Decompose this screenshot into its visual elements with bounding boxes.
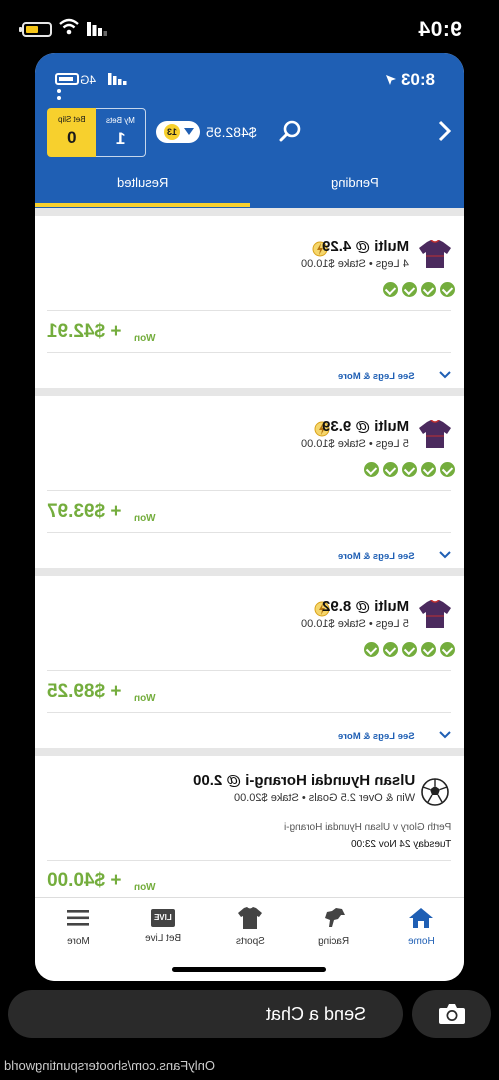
chevron-down-icon[interactable] <box>439 731 451 739</box>
signal-icon <box>87 22 107 36</box>
soccer-ball-icon <box>421 778 449 806</box>
horse-icon <box>325 908 345 927</box>
nav-more[interactable]: More <box>43 906 113 947</box>
divider <box>47 532 451 533</box>
won-amount: + $40.00 <box>47 870 122 891</box>
tab-resulted[interactable]: Resulted <box>117 175 168 190</box>
check-icon <box>421 642 436 657</box>
bet-title: Multi @ 9.39 <box>321 418 409 435</box>
divider <box>47 490 451 491</box>
won-amount: + $42.91 <box>47 321 122 342</box>
chevron-down-icon[interactable] <box>439 551 451 559</box>
chat-placeholder: Send a Chat <box>266 1004 367 1024</box>
balance-selector[interactable]: 13 $482.95 <box>156 121 262 143</box>
divider <box>47 310 451 311</box>
nav-bet-live[interactable]: LIVE Bet Live <box>128 906 198 944</box>
divider <box>47 860 451 861</box>
check-icon <box>440 282 455 297</box>
home-indicator <box>172 967 326 972</box>
device-clock: 9:04 <box>418 18 463 41</box>
won-label: Won <box>134 693 156 704</box>
check-icon <box>402 462 417 477</box>
won-label: Won <box>134 513 156 524</box>
chat-input[interactable]: Send a Chat <box>8 990 403 1038</box>
battery-icon <box>55 73 79 85</box>
legs-status <box>360 642 455 658</box>
chevron-down-icon[interactable] <box>439 371 451 379</box>
bet-title: Multi @ 8.92 <box>321 598 409 615</box>
check-icon <box>440 642 455 657</box>
app-header: 4G 8:03 Bet Slip 0 My Bets 1 13 $482.95 <box>35 53 464 208</box>
wifi-icon <box>59 18 79 35</box>
divider <box>47 712 451 713</box>
bet-subtitle: Win & Over 2.5 Goals • Stake $20.00 <box>233 792 415 804</box>
event-date: Tuesday 24 Nov 23:00 <box>350 839 451 850</box>
check-icon <box>402 642 417 657</box>
bet-subtitle: 5 Legs • Stake $10.00 <box>301 618 409 630</box>
bet-slip-button[interactable]: Bet Slip 0 <box>47 108 96 157</box>
nav-racing[interactable]: Racing <box>299 906 369 947</box>
bet-card: Multi @ 8.92 5 Legs • Stake $10.00 + $89… <box>35 576 464 748</box>
event-name: Perth Glory v Ulsan Hyundai Horang-i <box>283 822 451 833</box>
network-indicator: 4G <box>80 73 97 87</box>
check-icon <box>440 462 455 477</box>
nav-home[interactable]: Home <box>386 906 456 947</box>
device-status-bar: 9:04 <box>0 0 499 58</box>
bet-card: Ulsan Hyundai Horang-i @ 2.00 Win & Over… <box>35 756 464 897</box>
won-amount: + $89.25 <box>47 681 122 702</box>
check-icon <box>383 462 398 477</box>
bet-subtitle: 4 Legs • Stake $10.00 <box>301 258 409 270</box>
see-legs-button[interactable]: See Legs & More <box>338 731 415 742</box>
see-legs-button[interactable]: See Legs & More <box>338 371 415 382</box>
app-screen: 4G 8:03 Bet Slip 0 My Bets 1 13 $482.95 <box>35 53 464 981</box>
watermark: OnlyFans.com/shooterspuntingworld <box>4 1058 215 1073</box>
jersey-icon <box>419 600 451 628</box>
nav-sports[interactable]: Sports <box>215 906 285 947</box>
dots-icon <box>57 89 61 103</box>
jersey-icon <box>419 420 451 448</box>
divider <box>47 670 451 671</box>
check-icon <box>421 282 436 297</box>
active-tab-indicator <box>35 203 250 207</box>
bet-card: Multi @ 4.29 4 Legs • Stake $10.00 + $42… <box>35 216 464 388</box>
notification-badge: 13 <box>164 124 180 140</box>
battery-icon <box>19 22 52 37</box>
jersey-icon <box>238 907 262 929</box>
bet-title: Multi @ 4.29 <box>321 238 409 255</box>
check-icon <box>383 642 398 657</box>
check-icon <box>364 642 379 657</box>
bets-tabs: Resulted Pending <box>35 161 464 207</box>
see-legs-button[interactable]: See Legs & More <box>338 551 415 562</box>
bet-title: Ulsan Hyundai Horang-i @ 2.00 <box>192 772 415 789</box>
balance-pill[interactable]: 13 <box>156 121 200 143</box>
account-balance: $482.95 <box>206 124 257 140</box>
search-icon[interactable] <box>279 120 301 142</box>
signal-icon <box>108 73 127 85</box>
legs-status <box>379 282 455 298</box>
check-icon <box>383 282 398 297</box>
live-icon: LIVE <box>151 909 175 927</box>
bet-subtitle: 5 Legs • Stake $10.00 <box>301 438 409 450</box>
app-clock: 8:03 <box>401 70 436 89</box>
won-label: Won <box>134 333 156 344</box>
chevron-down-icon <box>184 128 194 135</box>
legs-status <box>360 462 455 478</box>
hamburger-menu-icon <box>67 910 89 926</box>
location-arrow-icon <box>386 75 396 85</box>
check-icon <box>364 462 379 477</box>
check-icon <box>402 282 417 297</box>
chevron-right-icon[interactable] <box>437 119 453 143</box>
camera-button[interactable] <box>412 990 491 1038</box>
won-amount: + $93.97 <box>47 501 122 522</box>
tab-pending[interactable]: Pending <box>331 175 379 190</box>
divider <box>47 352 451 353</box>
my-bets-button[interactable]: My Bets 1 <box>96 108 146 157</box>
home-icon <box>409 908 433 928</box>
check-icon <box>421 462 436 477</box>
jersey-icon <box>419 240 451 268</box>
bet-card: Multi @ 9.39 5 Legs • Stake $10.00 + $93… <box>35 396 464 568</box>
won-label: Won <box>134 882 156 893</box>
camera-icon <box>439 1004 465 1024</box>
bets-list[interactable]: Multi @ 4.29 4 Legs • Stake $10.00 + $42… <box>35 208 464 897</box>
